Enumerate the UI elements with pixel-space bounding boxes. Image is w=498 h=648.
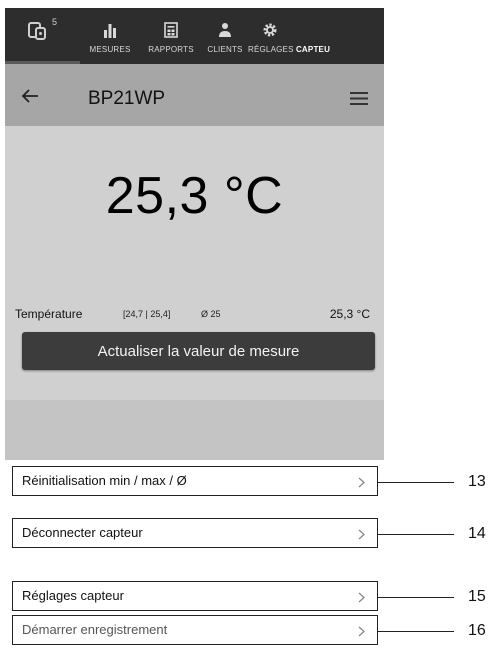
disconnect-sensor-label: Déconnecter capteur (22, 525, 143, 540)
disconnect-sensor-item[interactable]: Déconnecter capteur (12, 518, 378, 548)
chevron-right-icon (358, 477, 365, 488)
callout-number-15: 15 (468, 588, 486, 605)
tab-reglages-label: RÉGLAGES (248, 45, 294, 54)
measurement-label: Température (15, 307, 83, 321)
reset-min-max-avg-item[interactable]: Réinitialisation min / max / Ø (12, 466, 378, 496)
empty-area (5, 400, 384, 460)
callout-line-15 (378, 597, 454, 598)
chevron-right-icon (358, 592, 365, 603)
sensor-settings-label: Réglages capteur (22, 588, 124, 603)
tab-rapports[interactable]: RAPPORTS (140, 8, 202, 64)
callout-number-13: 13 (468, 473, 486, 490)
devices-icon (28, 22, 46, 40)
callout-line-16 (378, 631, 454, 632)
callout-line-13 (378, 482, 454, 483)
reading-panel: 25,3 °C Température [24,7 | 25,4] Ø 25 2… (5, 126, 384, 400)
main-reading-value: 25,3 °C (105, 167, 284, 225)
tab-rapports-label: RAPPORTS (148, 45, 194, 54)
refresh-measurement-button[interactable]: Actualiser la valeur de mesure (22, 332, 375, 370)
callout-number-14: 14 (468, 525, 486, 542)
tab-reglages[interactable]: RÉGLAGES (248, 8, 294, 64)
clients-icon (219, 23, 231, 37)
start-recording-label: Démarrer enregistrement (22, 622, 168, 637)
tab-mesures-label: MESURES (89, 45, 131, 54)
callout-line-14 (378, 534, 454, 535)
callout-number-16: 16 (468, 622, 486, 639)
phone-screen: 5 MESURES RAPPORTS CLIENTS RÉGLAGES CAPT… (5, 8, 384, 460)
nav-home-tab[interactable]: 5 (5, 8, 80, 64)
hamburger-menu-icon[interactable] (350, 92, 368, 105)
tab-clients[interactable]: CLIENTS (202, 8, 248, 64)
measurement-value: 25,3 °C (329, 307, 370, 321)
app-bar: BP21WP (5, 64, 384, 126)
report-icon (164, 22, 178, 38)
measurement-min-max: [24,7 | 25,4] (123, 309, 171, 319)
sensor-settings-item[interactable]: Réglages capteur (12, 581, 378, 611)
bar-chart-icon (104, 24, 116, 38)
tab-mesures[interactable]: MESURES (80, 8, 140, 64)
top-navigation: 5 MESURES RAPPORTS CLIENTS RÉGLAGES CAPT… (5, 8, 384, 64)
reset-min-max-avg-label: Réinitialisation min / max / Ø (22, 473, 187, 488)
gear-icon (263, 23, 277, 37)
start-recording-item[interactable]: Démarrer enregistrement (12, 615, 378, 645)
tab-capteurs-label: CAPTEU (295, 45, 331, 54)
device-name: BP21WP (88, 88, 166, 109)
measurement-average: Ø 25 (201, 309, 221, 319)
chevron-right-icon (358, 626, 365, 637)
back-arrow-icon[interactable] (21, 88, 39, 104)
chevron-right-icon (358, 529, 365, 540)
tab-clients-label: CLIENTS (207, 45, 243, 54)
tab-capteurs[interactable]: CAPTEU (292, 8, 334, 64)
notification-badge: 5 (52, 17, 58, 27)
